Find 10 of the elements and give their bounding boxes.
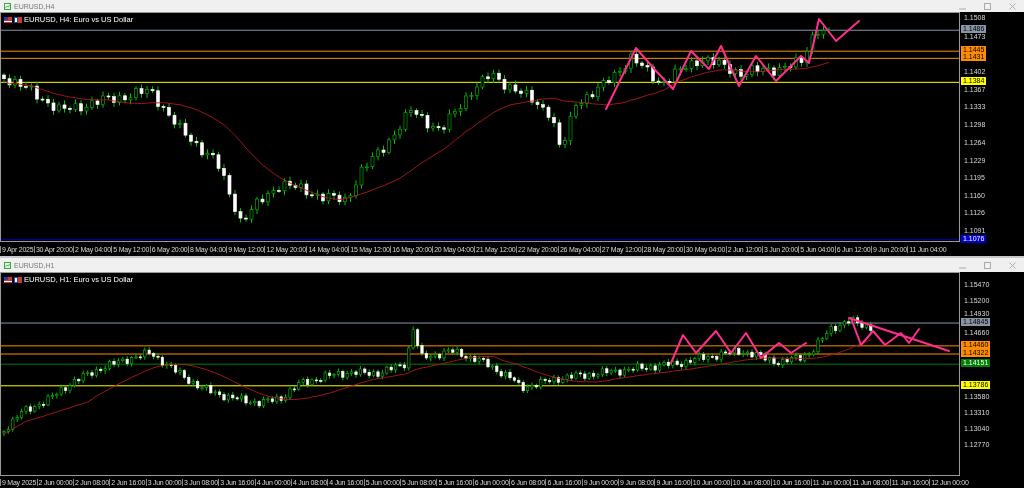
close-icon — [1008, 2, 1016, 10]
flag-icon — [4, 16, 12, 23]
close-icon — [1008, 261, 1016, 269]
flag-icon — [4, 276, 12, 283]
flag-icon — [14, 16, 22, 23]
flag-icon — [14, 276, 22, 283]
maximize-icon — [983, 261, 991, 269]
chart-icon — [4, 2, 11, 10]
maximize-icon — [983, 2, 991, 10]
chart-icon — [4, 261, 11, 269]
